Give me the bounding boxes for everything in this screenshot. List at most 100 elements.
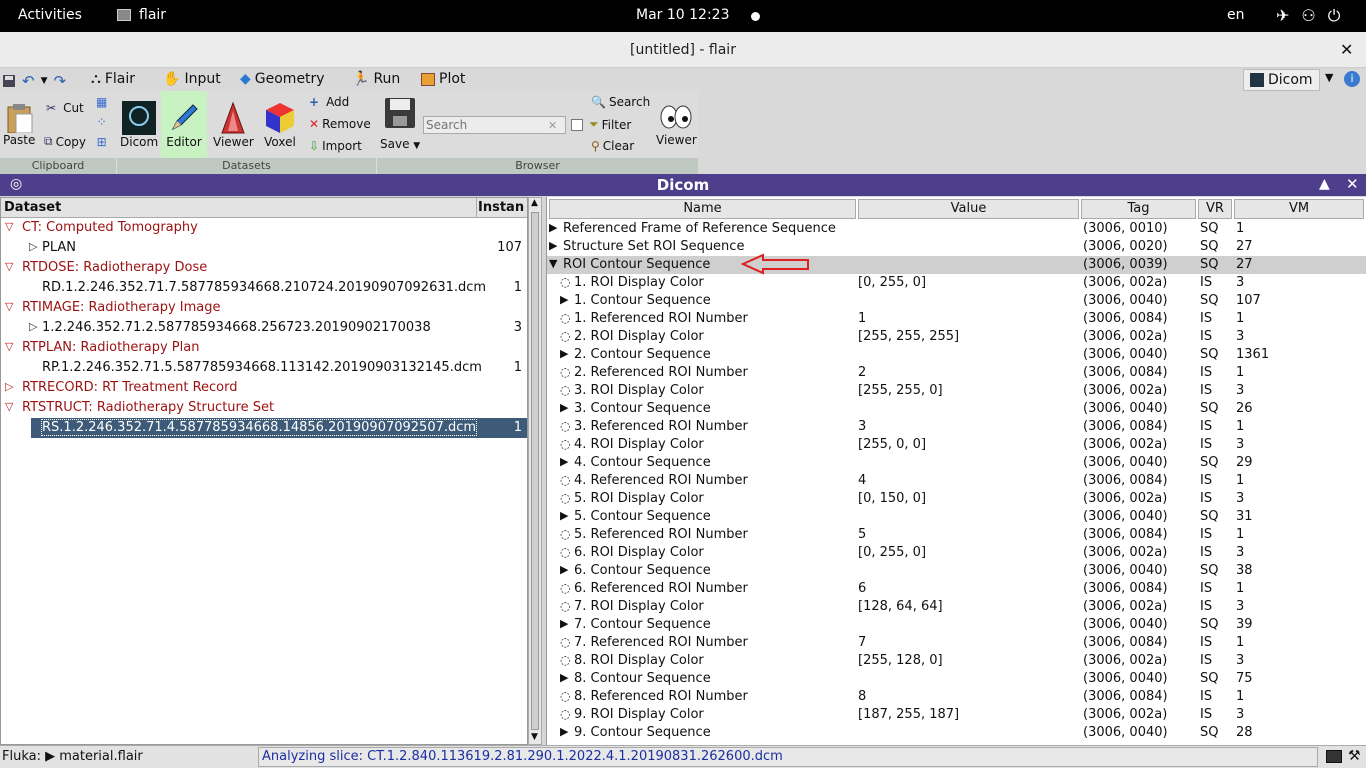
table-row[interactable]: ◌ 8. Referenced ROI Number 8 (3006, 0084) IS… [547,688,1366,706]
table-row[interactable]: ◌ 7. Referenced ROI Number 7 (3006, 0084) IS… [547,634,1366,652]
dataset-tree[interactable]: Dataset Instan ▽ CT: Computed Tomography ▷… [0,197,528,745]
expand-icon[interactable]: ▶ [560,455,568,468]
table-row[interactable]: ◌ 6. Referenced ROI Number 6 (3006, 0084) IS… [547,580,1366,598]
tree-row[interactable]: ▽ RTPLAN: Radiotherapy Plan [1,338,527,358]
table-row[interactable]: ◌ 5. ROI Display Color [0, 150, 0] (3006, 0… [547,490,1366,508]
scroll-down-icon[interactable]: ▼ [531,732,538,742]
menu-flair[interactable]: ⛬ Flair [91,71,135,87]
clock[interactable]: Mar 10 12:23 [636,7,729,23]
activities-button[interactable]: Activities [18,7,82,23]
collapse-icon[interactable]: ▽ [5,300,13,313]
menu-input[interactable]: ✋ Input [163,71,221,87]
column-header-tag[interactable]: Tag [1081,199,1196,219]
clipboard-grid-icons[interactable]: ▦ ⁘ ⊞ [96,95,107,149]
close-icon[interactable]: ✕ [1340,40,1353,59]
search-button[interactable]: 🔍 Search [591,95,650,109]
help-icon[interactable]: i [1344,71,1360,87]
expand-icon[interactable]: ▶ [560,509,568,522]
voxel-button[interactable]: Voxel [263,101,297,149]
collapse-icon[interactable]: ▽ [5,400,13,413]
table-row[interactable]: ▶ 1. Contour Sequence (3006, 0040) SQ 107 [547,292,1366,310]
table-row[interactable]: ▶ Structure Set ROI Sequence (3006, 0020) S… [547,238,1366,256]
menu-plot[interactable]: Plot [421,71,465,87]
tree-row[interactable]: ▽ RTIMAGE: Radiotherapy Image [1,298,527,318]
terminal-icon[interactable] [1326,750,1342,763]
column-header-value[interactable]: Value [858,199,1079,219]
expand-icon[interactable]: ▶ [560,401,568,414]
status-fluka[interactable]: Fluka: ▶ material.flair [2,749,143,764]
clear-search-icon[interactable]: ✕ [548,119,557,132]
tools-icon[interactable]: ⚒ [1348,748,1361,764]
dataset-scrollbar[interactable]: ▲ ▼ [528,197,542,745]
editor-button[interactable]: Editor [161,91,207,158]
app-indicator[interactable]: flair [117,7,166,23]
expand-icon[interactable]: ▷ [29,320,37,333]
table-row[interactable]: ◌ 7. ROI Display Color [128, 64, 64] (3006,… [547,598,1366,616]
expand-icon[interactable]: ▶ [560,725,568,738]
expand-icon[interactable]: ▶ [560,671,568,684]
expand-icon[interactable]: ▶ [560,563,568,576]
table-row[interactable]: ◌ 5. Referenced ROI Number 5 (3006, 0084) IS… [547,526,1366,544]
column-header-name[interactable]: Name [549,199,856,219]
table-row[interactable]: ▶ 2. Contour Sequence (3006, 0040) SQ 1361 [547,346,1366,364]
table-row[interactable]: ▼ ROI Contour Sequence (3006, 0039) SQ 27 [547,256,1366,274]
tree-row[interactable]: ▽ RTSTRUCT: Radiotherapy Structure Set [1,398,527,418]
table-row[interactable]: ▶ 7. Contour Sequence (3006, 0040) SQ 39 [547,616,1366,634]
table-row[interactable]: ◌ 8. ROI Display Color [255, 128, 0] (3006,… [547,652,1366,670]
search-input[interactable] [424,117,548,133]
table-row[interactable]: ◌ 4. ROI Display Color [255, 0, 0] (3006, 0… [547,436,1366,454]
table-row[interactable]: ▶ 6. Contour Sequence (3006, 0040) SQ 38 [547,562,1366,580]
expand-icon[interactable]: ▷ [5,380,13,393]
table-row[interactable]: ▶ 9. Contour Sequence (3006, 0040) SQ 28 [547,724,1366,742]
filter-checkbox[interactable] [571,119,583,131]
expand-icon[interactable]: ▷ [29,240,37,253]
expand-icon[interactable]: ▶ [560,347,568,360]
column-header-dataset[interactable]: Dataset [4,200,61,215]
collapse-icon[interactable]: ▽ [5,260,13,273]
table-row[interactable]: ▶ 5. Contour Sequence (3006, 0040) SQ 31 [547,508,1366,526]
ribbon-collapse-icon[interactable]: ▼ [1325,71,1333,84]
table-row[interactable]: ◌ 2. ROI Display Color [255, 255, 255] (300… [547,328,1366,346]
table-row[interactable]: ◌ 4. Referenced ROI Number 4 (3006, 0084) IS… [547,472,1366,490]
copy-button[interactable]: ⧉ Copy [44,134,86,149]
dicom-tags-table[interactable]: Name Value Tag VR VM ▶ Referenced Frame o… [546,197,1366,745]
filter-button[interactable]: ⏷ Filter [589,117,631,132]
expand-icon[interactable]: ▶ [560,293,568,306]
tree-row[interactable]: ▷ RTRECORD: RT Treatment Record [1,378,527,398]
dicom-button[interactable]: Dicom [120,101,158,149]
language-indicator[interactable]: en [1227,7,1245,23]
table-row[interactable]: ▶ 3. Contour Sequence (3006, 0040) SQ 26 [547,400,1366,418]
tree-row[interactable]: ▷ PLAN 107 [1,238,527,258]
table-row[interactable]: ◌ 1. ROI Display Color [0, 255, 0] (3006, 0… [547,274,1366,292]
save-small-icon[interactable] [2,74,16,88]
paste-button[interactable]: Paste [3,103,35,147]
tree-row[interactable]: RD.1.2.246.352.71.7.587785934668.210724.… [1,278,527,298]
viewer-button[interactable]: Viewer [213,101,254,149]
maximize-icon[interactable]: ▲ [1319,176,1330,192]
cut-button[interactable]: ✂ Cut [46,101,84,115]
column-header-instances[interactable]: Instan [476,198,527,217]
table-row[interactable]: ◌ 3. ROI Display Color [255, 255, 0] (3006,… [547,382,1366,400]
collapse-icon[interactable]: ▽ [5,340,13,353]
expand-icon[interactable]: ▶ [560,617,568,630]
tab-dicom[interactable]: Dicom [1243,69,1320,91]
table-row[interactable]: ◌ 3. Referenced ROI Number 3 (3006, 0084) IS… [547,418,1366,436]
scroll-up-icon[interactable]: ▲ [531,198,538,208]
clear-button[interactable]: ⚲ Clear [591,139,634,153]
expand-icon[interactable]: ▶ [549,239,557,252]
tree-row[interactable]: RP.1.2.246.352.71.5.587785934668.113142.… [1,358,527,378]
remove-button[interactable]: ✕ Remove [309,117,371,131]
system-tray[interactable]: ✈ ⚇ ⏻ [1276,6,1340,26]
tree-row[interactable]: RS.1.2.246.352.71.4.587785934668.14856.2… [1,418,527,438]
collapse-icon[interactable]: ▽ [5,220,13,233]
close-panel-icon[interactable]: ✕ [1346,175,1359,193]
collapse-icon[interactable]: ▼ [549,257,557,270]
table-row[interactable]: ▶ Referenced Frame of Reference Sequence (… [547,220,1366,238]
table-row[interactable]: ◌ 9. ROI Display Color [187, 255, 187] (300… [547,706,1366,724]
expand-icon[interactable]: ▶ [549,221,557,234]
viewer2-button[interactable]: Viewer [656,103,697,147]
search-box[interactable]: ✕ [423,116,566,134]
table-row[interactable]: ◌ 1. Referenced ROI Number 1 (3006, 0084) IS… [547,310,1366,328]
menu-run[interactable]: 🏃 Run [352,71,400,87]
tree-row[interactable]: ▽ CT: Computed Tomography [1,218,527,238]
